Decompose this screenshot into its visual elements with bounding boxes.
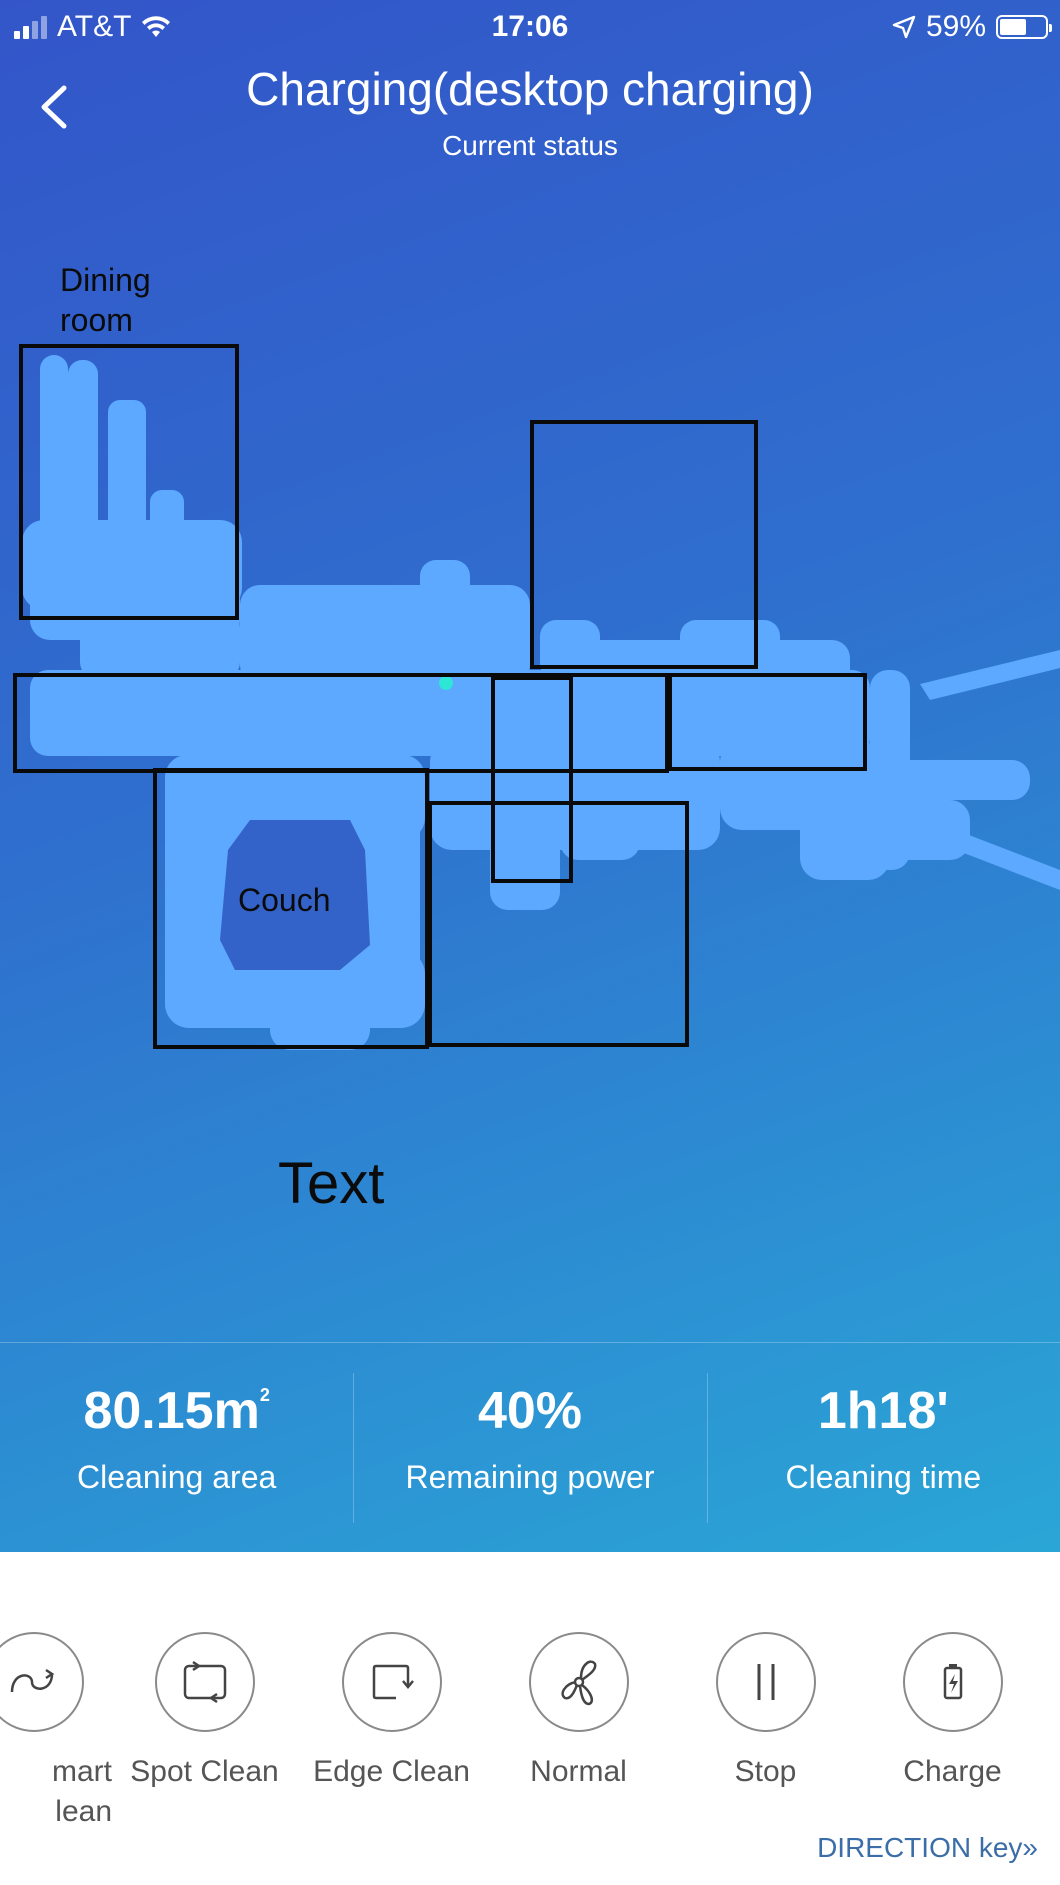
battery-percent: 59% <box>925 10 986 43</box>
fan-icon <box>528 1632 629 1732</box>
spot-clean-icon <box>154 1632 255 1732</box>
direction-key-link[interactable]: DIRECTION key» <box>817 1832 1038 1864</box>
normal-mode-button[interactable]: Normal <box>485 1632 672 1792</box>
edge-clean-label: Edge Clean <box>313 1755 470 1788</box>
charge-icon <box>902 1632 1003 1732</box>
edge-clean-button[interactable]: Edge Clean <box>298 1632 485 1792</box>
edge-clean-icon <box>341 1632 442 1732</box>
cleaning-time-label: Cleaning time <box>785 1459 982 1495</box>
unit-superscript: 2 <box>259 1385 270 1405</box>
smart-clean-button[interactable]: mart lean <box>0 1632 127 1832</box>
stat-cleaning-area: 80.15m2 Cleaning area <box>0 1343 353 1552</box>
normal-mode-label: Normal <box>530 1755 627 1788</box>
map-text-annotation: Text <box>278 1151 385 1216</box>
spot-clean-button[interactable]: Spot Clean <box>111 1632 298 1792</box>
cleaning-area-label: Cleaning area <box>77 1459 277 1495</box>
smart-clean-label: mart lean <box>52 1755 112 1828</box>
cleaned-area <box>22 355 1060 1050</box>
cleaning-map[interactable]: Dining room Couch Text <box>0 200 1060 1330</box>
stop-label: Stop <box>734 1755 797 1788</box>
status-bar: AT&T 17:06 59% <box>0 0 1060 56</box>
zone-label-dining-room: Dining room <box>60 262 151 338</box>
pause-icon <box>715 1632 816 1732</box>
smart-clean-icon <box>0 1632 84 1732</box>
location-arrow-icon <box>892 15 916 39</box>
robot-position-dot <box>439 676 453 690</box>
stat-remaining-power: 40% Remaining power <box>353 1343 706 1552</box>
remaining-power-label: Remaining power <box>405 1459 655 1495</box>
remaining-power-value: 40% <box>477 1382 583 1440</box>
spot-clean-label: Spot Clean <box>130 1755 279 1788</box>
stats-row: 80.15m2 Cleaning area 40% Remaining powe… <box>0 1342 1060 1552</box>
stop-button[interactable]: Stop <box>672 1632 859 1792</box>
stat-cleaning-time: 1h18' Cleaning time <box>706 1343 1060 1552</box>
page-subtitle: Current status <box>442 130 618 161</box>
cleaning-time-value: 1h18' <box>817 1382 949 1440</box>
charge-label: Charge <box>903 1755 1002 1788</box>
cleaning-area-value: 80.15m <box>83 1382 260 1440</box>
status-panel: AT&T 17:06 59% Charging(desktop charging… <box>0 0 1060 1552</box>
page-title: Charging(desktop charging) <box>246 63 814 115</box>
zone-label-couch: Couch <box>238 882 331 918</box>
charge-button[interactable]: Charge <box>859 1632 1046 1792</box>
battery-icon <box>996 15 1052 39</box>
